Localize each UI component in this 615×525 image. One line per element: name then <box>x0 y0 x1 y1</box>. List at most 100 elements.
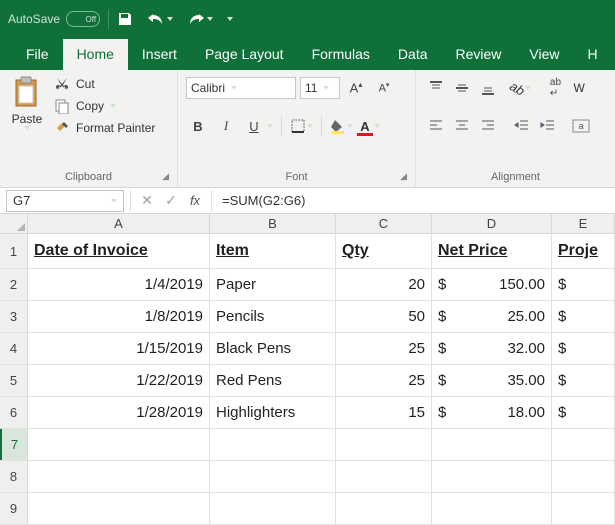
col-header-E[interactable]: E <box>552 214 615 233</box>
tab-formulas[interactable]: Formulas <box>298 39 384 70</box>
cell[interactable]: $32.00 <box>432 333 552 364</box>
select-all-corner[interactable] <box>0 214 28 233</box>
cut-button[interactable]: Cut <box>54 76 155 92</box>
font-size-combo[interactable]: 11 <box>300 77 340 99</box>
cell[interactable] <box>28 429 210 460</box>
row-header[interactable]: 6 <box>0 397 28 428</box>
cell[interactable]: Item <box>210 234 336 268</box>
cell[interactable]: $18.00 <box>432 397 552 428</box>
col-header-C[interactable]: C <box>336 214 432 233</box>
cell[interactable] <box>432 461 552 492</box>
italic-button[interactable]: I <box>214 114 238 138</box>
align-bottom-button[interactable] <box>476 76 500 100</box>
cell[interactable]: $ <box>552 301 615 332</box>
cell[interactable]: 1/22/2019 <box>28 365 210 396</box>
row-header[interactable]: 8 <box>0 461 28 492</box>
decrease-indent-button[interactable] <box>510 114 534 138</box>
increase-indent-button[interactable] <box>536 114 560 138</box>
tab-insert[interactable]: Insert <box>128 39 191 70</box>
cell[interactable]: $ <box>552 365 615 396</box>
align-right-button[interactable] <box>476 114 500 138</box>
cell[interactable] <box>432 429 552 460</box>
cell[interactable]: Paper <box>210 269 336 300</box>
cell[interactable]: Qty <box>336 234 432 268</box>
cell[interactable]: 1/4/2019 <box>28 269 210 300</box>
tab-help[interactable]: H <box>574 39 612 70</box>
cell[interactable]: $ <box>552 269 615 300</box>
cell[interactable]: Net Price <box>432 234 552 268</box>
cell[interactable]: Proje <box>552 234 615 268</box>
cell[interactable] <box>552 461 615 492</box>
cell[interactable] <box>552 429 615 460</box>
font-color-button[interactable]: A <box>357 119 380 134</box>
align-center-button[interactable] <box>450 114 474 138</box>
cell[interactable] <box>210 493 336 524</box>
formula-input[interactable]: =SUM(G2:G6) <box>216 193 615 208</box>
row-header[interactable]: 4 <box>0 333 28 364</box>
align-left-button[interactable] <box>424 114 448 138</box>
tab-view[interactable]: View <box>515 39 573 70</box>
wrap-text-button[interactable]: ab↵ <box>543 76 567 100</box>
worksheet-grid[interactable]: A B C D E 1 Date of Invoice Item Qty Net… <box>0 214 615 525</box>
cell[interactable]: Black Pens <box>210 333 336 364</box>
save-button[interactable] <box>117 11 133 27</box>
cell[interactable] <box>336 461 432 492</box>
cell[interactable]: 1/15/2019 <box>28 333 210 364</box>
qat-customize[interactable] <box>227 17 233 21</box>
decrease-font-button[interactable]: A▾ <box>372 76 396 100</box>
clipboard-launcher[interactable]: ◢ <box>162 171 169 182</box>
redo-button[interactable] <box>187 12 213 26</box>
fill-color-button[interactable] <box>330 118 353 134</box>
cell[interactable]: $ <box>552 333 615 364</box>
cell[interactable]: 1/28/2019 <box>28 397 210 428</box>
cell[interactable]: 25 <box>336 365 432 396</box>
cell[interactable]: 1/8/2019 <box>28 301 210 332</box>
cell[interactable] <box>336 429 432 460</box>
autosave-toggle[interactable]: AutoSave Off <box>8 11 100 27</box>
paste-button[interactable]: Paste <box>6 74 48 130</box>
autosave-switch-off[interactable]: Off <box>66 11 100 27</box>
underline-button[interactable]: U <box>242 114 273 138</box>
border-button[interactable] <box>290 118 313 134</box>
row-header[interactable]: 1 <box>0 234 28 268</box>
cell[interactable] <box>210 461 336 492</box>
row-header[interactable]: 7 <box>0 429 28 460</box>
orientation-button[interactable]: ab <box>510 81 531 96</box>
cell[interactable]: Pencils <box>210 301 336 332</box>
increase-font-button[interactable]: A▴ <box>344 76 368 100</box>
cell[interactable]: 15 <box>336 397 432 428</box>
format-painter-button[interactable]: Format Painter <box>54 120 155 136</box>
cell[interactable]: 25 <box>336 333 432 364</box>
undo-button[interactable] <box>147 12 173 26</box>
cell[interactable]: Date of Invoice <box>28 234 210 268</box>
tab-page-layout[interactable]: Page Layout <box>191 39 298 70</box>
cell[interactable]: Highlighters <box>210 397 336 428</box>
row-header[interactable]: 3 <box>0 301 28 332</box>
row-header[interactable]: 5 <box>0 365 28 396</box>
fx-cancel-button[interactable]: ✕ <box>135 192 159 209</box>
copy-button[interactable]: Copy <box>54 98 155 114</box>
font-launcher[interactable]: ◢ <box>400 171 407 182</box>
cell[interactable] <box>28 461 210 492</box>
tab-data[interactable]: Data <box>384 39 442 70</box>
tab-file[interactable]: File <box>12 39 63 70</box>
cell[interactable]: 50 <box>336 301 432 332</box>
cell[interactable] <box>28 493 210 524</box>
cell[interactable] <box>552 493 615 524</box>
align-middle-button[interactable] <box>450 76 474 100</box>
font-name-combo[interactable]: Calibri <box>186 77 296 99</box>
cell[interactable]: $ <box>552 397 615 428</box>
bold-button[interactable]: B <box>186 114 210 138</box>
col-header-A[interactable]: A <box>28 214 210 233</box>
cell[interactable]: Red Pens <box>210 365 336 396</box>
fx-insert-button[interactable]: fx <box>183 193 207 208</box>
row-header[interactable]: 2 <box>0 269 28 300</box>
tab-home[interactable]: Home <box>63 39 128 70</box>
align-top-button[interactable] <box>424 76 448 100</box>
row-header[interactable]: 9 <box>0 493 28 524</box>
name-box[interactable]: G7 <box>6 190 124 212</box>
cell[interactable]: $35.00 <box>432 365 552 396</box>
cell[interactable] <box>432 493 552 524</box>
cell[interactable]: 20 <box>336 269 432 300</box>
tab-review[interactable]: Review <box>442 39 516 70</box>
